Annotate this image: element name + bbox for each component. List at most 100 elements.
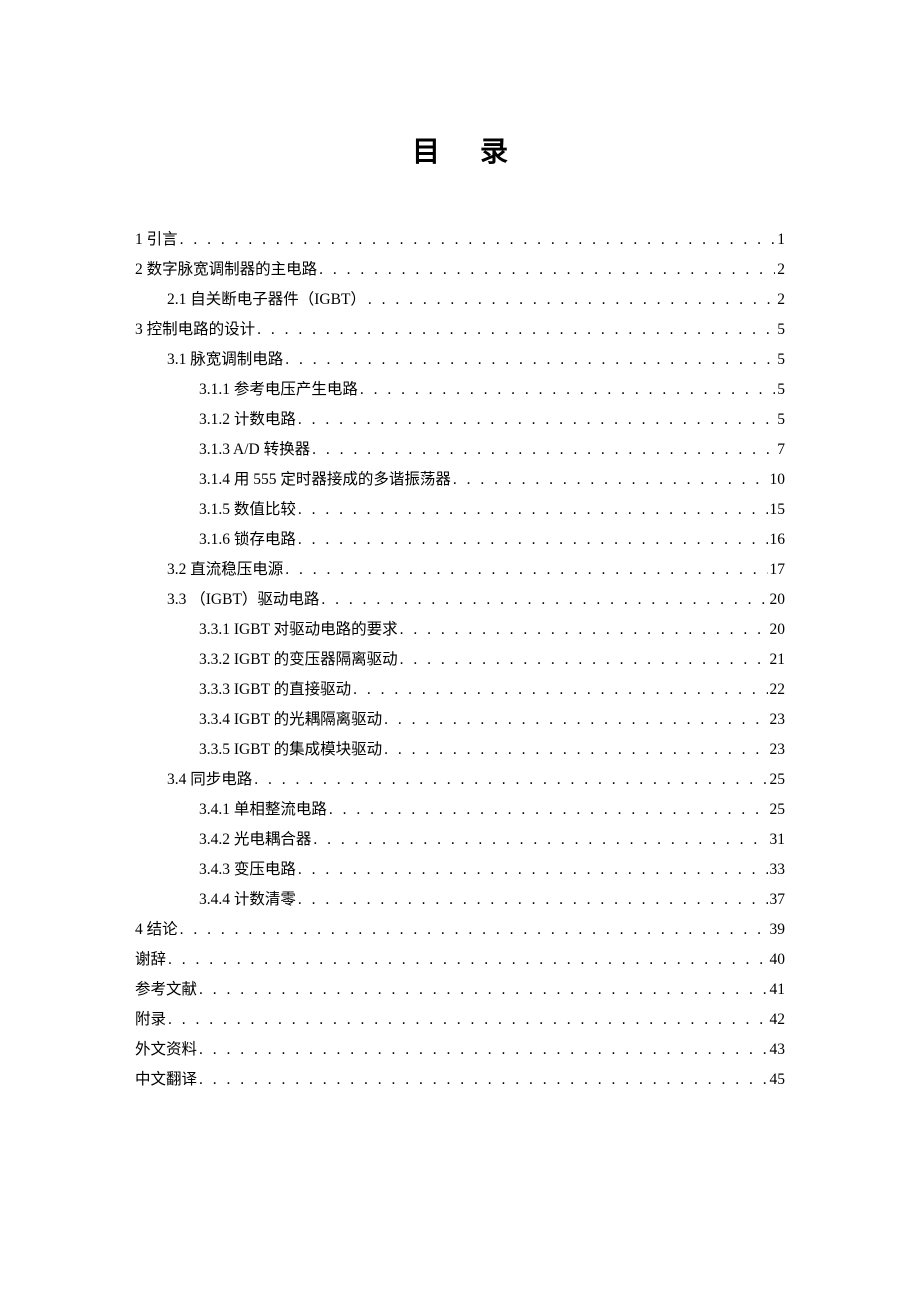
toc-dots	[313, 825, 767, 855]
toc-entry-page: 20	[770, 585, 786, 615]
toc-entry-label: 外文资料	[135, 1035, 197, 1065]
table-of-contents: 1 引言12 数字脉宽调制器的主电路22.1 自关断电子器件（IGBT）23 控…	[135, 225, 785, 1095]
toc-entry: 3.1.1 参考电压产生电路5	[135, 375, 785, 405]
toc-entry: 3.4.1 单相整流电路 25	[135, 795, 785, 825]
toc-entry-label: 3.1.4 用 555 定时器接成的多谐振荡器	[199, 465, 451, 495]
toc-entry-label: 3.4 同步电路	[167, 765, 252, 795]
toc-dots	[285, 345, 775, 375]
toc-entry-label: 3.3.5 IGBT 的集成模块驱动	[199, 735, 382, 765]
toc-entry: 参考文献41	[135, 975, 785, 1005]
toc-dots	[298, 405, 775, 435]
toc-entry: 3.3.3 IGBT 的直接驱动22	[135, 675, 785, 705]
toc-dots	[254, 765, 767, 795]
toc-entry-label: 3.3.1 IGBT 对驱动电路的要求	[199, 615, 398, 645]
toc-entry: 3.1.5 数值比较15	[135, 495, 785, 525]
toc-dots	[285, 555, 767, 585]
toc-entry-label: 3.1 脉宽调制电路	[167, 345, 283, 375]
toc-dots	[180, 225, 776, 255]
toc-entry: 1 引言1	[135, 225, 785, 255]
toc-entry: 3.1.2 计数电路 5	[135, 405, 785, 435]
toc-entry-page: 33	[770, 855, 786, 885]
toc-entry: 3.1.3 A/D 转换器7	[135, 435, 785, 465]
toc-entry-page: 31	[770, 825, 786, 855]
toc-dots	[312, 435, 775, 465]
toc-entry-page: 45	[770, 1065, 786, 1095]
toc-entry-page: 43	[770, 1035, 786, 1065]
toc-entry-label: 1 引言	[135, 225, 178, 255]
toc-entry: 3 控制电路的设计 5	[135, 315, 785, 345]
toc-entry-page: 40	[770, 945, 786, 975]
toc-entry-label: 3.1.2 计数电路	[199, 405, 296, 435]
toc-entry: 4 结论39	[135, 915, 785, 945]
toc-entry-page: 16	[770, 525, 786, 555]
toc-entry-label: 3.4.3 变压电路	[199, 855, 296, 885]
toc-entry: 2 数字脉宽调制器的主电路2	[135, 255, 785, 285]
toc-entry-page: 39	[770, 915, 786, 945]
toc-entry-page: 20	[770, 615, 786, 645]
toc-dots	[298, 885, 768, 915]
toc-entry-label: 中文翻译	[135, 1065, 197, 1095]
toc-dots	[368, 285, 775, 315]
toc-entry-label: 3.1.6 锁存电路	[199, 525, 296, 555]
toc-entry: 3.1.6 锁存电路 16	[135, 525, 785, 555]
toc-dots	[199, 975, 767, 1005]
toc-entry-label: 3.1.3 A/D 转换器	[199, 435, 310, 465]
page-title: 目录	[135, 130, 785, 170]
toc-entry-label: 3 控制电路的设计	[135, 315, 255, 345]
toc-entry-label: 谢辞	[135, 945, 166, 975]
toc-entry: 3.3.2 IGBT 的变压器隔离驱动21	[135, 645, 785, 675]
toc-entry-label: 3.3.4 IGBT 的光耦隔离驱动	[199, 705, 382, 735]
toc-entry: 外文资料 43	[135, 1035, 785, 1065]
toc-dots	[180, 915, 768, 945]
toc-entry: 谢辞 40	[135, 945, 785, 975]
toc-entry: 3.2 直流稳压电源17	[135, 555, 785, 585]
toc-entry-page: 5	[777, 315, 785, 345]
toc-entry: 3.4 同步电路 25	[135, 765, 785, 795]
toc-dots	[168, 1005, 767, 1035]
toc-entry-label: 2.1 自关断电子器件（IGBT）	[167, 285, 366, 315]
toc-dots	[298, 855, 768, 885]
toc-entry-page: 5	[777, 405, 785, 435]
toc-dots	[199, 1065, 767, 1095]
toc-entry: 3.3.1 IGBT 对驱动电路的要求 20	[135, 615, 785, 645]
toc-entry-page: 5	[777, 345, 785, 375]
toc-entry-label: 3.4.4 计数清零	[199, 885, 296, 915]
toc-dots	[384, 735, 767, 765]
toc-entry: 附录42	[135, 1005, 785, 1035]
toc-entry-page: 41	[770, 975, 786, 1005]
toc-entry-page: 25	[770, 765, 786, 795]
toc-entry: 中文翻译 45	[135, 1065, 785, 1095]
toc-entry-page: 10	[770, 465, 786, 495]
toc-dots	[298, 525, 768, 555]
toc-entry: 3.3.4 IGBT 的光耦隔离驱动23	[135, 705, 785, 735]
toc-dots	[353, 675, 767, 705]
toc-dots	[298, 495, 768, 525]
toc-entry-label: 3.4.2 光电耦合器	[199, 825, 311, 855]
toc-entry: 3.3.5 IGBT 的集成模块驱动 23	[135, 735, 785, 765]
toc-entry-label: 3.3 （IGBT）驱动电路	[167, 585, 319, 615]
toc-dots	[199, 1035, 767, 1065]
toc-entry-page: 15	[770, 495, 786, 525]
toc-entry-page: 37	[770, 885, 786, 915]
toc-entry-page: 23	[770, 735, 786, 765]
toc-entry: 3.1.4 用 555 定时器接成的多谐振荡器 10	[135, 465, 785, 495]
toc-entry-label: 附录	[135, 1005, 166, 1035]
toc-entry: 3.4.3 变压电路 33	[135, 855, 785, 885]
toc-dots	[400, 615, 768, 645]
toc-dots	[319, 255, 775, 285]
toc-entry-page: 2	[777, 285, 785, 315]
toc-entry-label: 3.3.2 IGBT 的变压器隔离驱动	[199, 645, 398, 675]
toc-dots	[384, 705, 767, 735]
toc-entry-page: 2	[777, 255, 785, 285]
toc-dots	[453, 465, 768, 495]
toc-entry-label: 3.3.3 IGBT 的直接驱动	[199, 675, 351, 705]
toc-dots	[168, 945, 767, 975]
toc-entry: 3.1 脉宽调制电路 5	[135, 345, 785, 375]
toc-dots	[257, 315, 775, 345]
toc-entry-label: 3.4.1 单相整流电路	[199, 795, 327, 825]
toc-dots	[329, 795, 768, 825]
toc-dots	[360, 375, 775, 405]
toc-entry-label: 3.1.1 参考电压产生电路	[199, 375, 358, 405]
toc-entry-page: 25	[770, 795, 786, 825]
toc-dots	[321, 585, 767, 615]
